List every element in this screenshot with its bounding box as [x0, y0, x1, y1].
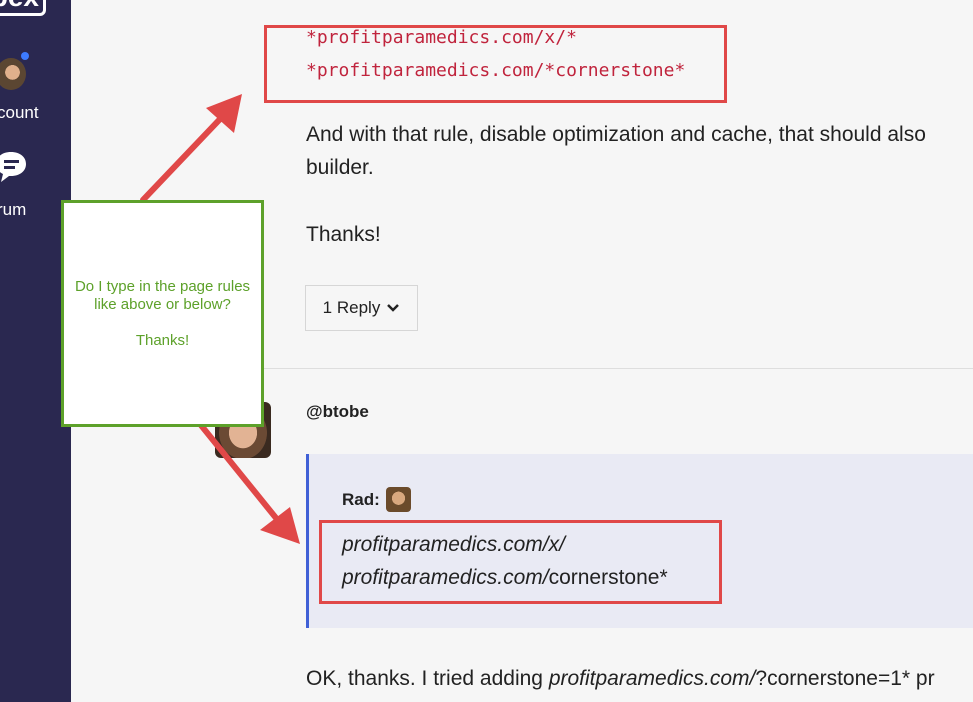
note-line-1: Do I type in the page rules	[74, 277, 251, 295]
arrow-down-shaft	[197, 421, 279, 521]
arrow-up-shaft	[140, 114, 225, 203]
annotation-note: Do I type in the page rules like above o…	[61, 200, 264, 427]
note-line-3: Thanks!	[135, 331, 190, 349]
arrow-down-head	[260, 507, 300, 544]
note-line-2: like above or below?	[94, 295, 231, 313]
